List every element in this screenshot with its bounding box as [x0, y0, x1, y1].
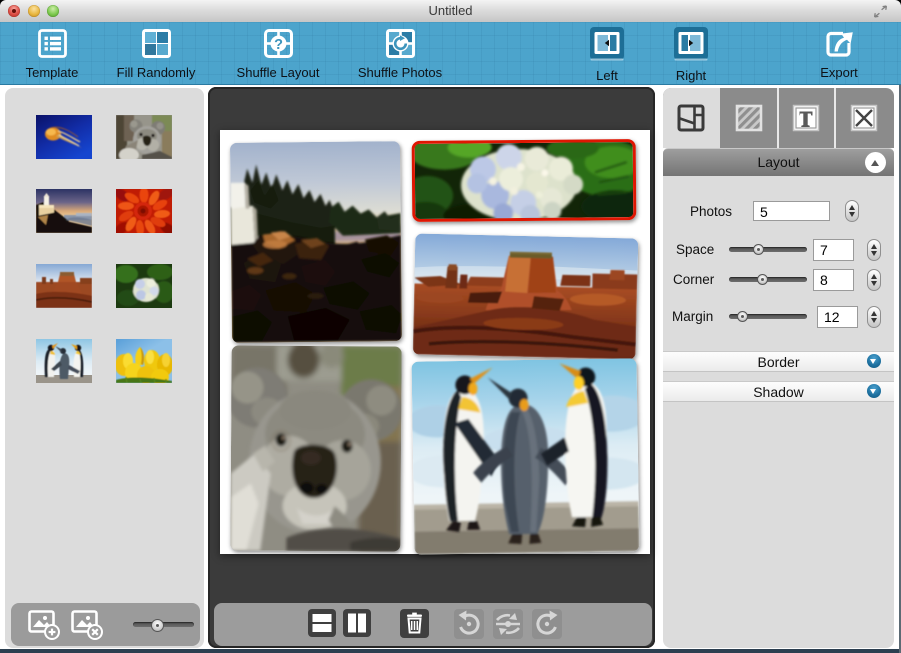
svg-text:?: ? — [274, 37, 283, 53]
